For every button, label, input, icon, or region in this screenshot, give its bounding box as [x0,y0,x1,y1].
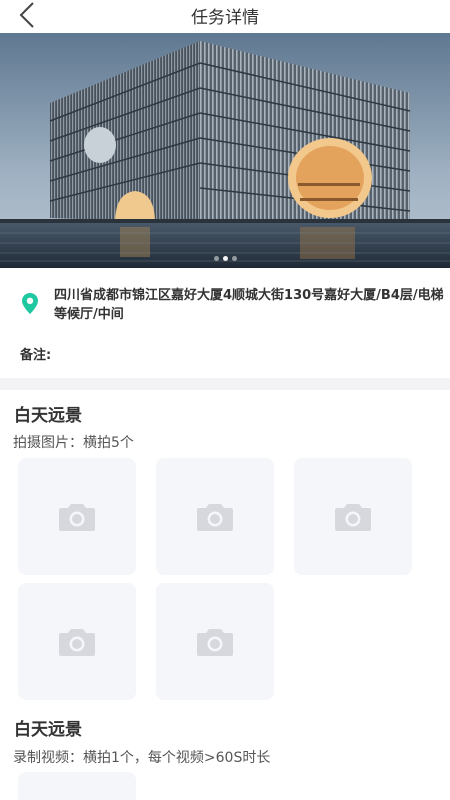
section-title: 白天远景 [14,720,82,740]
photo-upload-slot[interactable] [294,458,412,575]
carousel-indicator [0,256,450,261]
camera-icon [197,628,233,656]
nav-bar: 任务详情 [0,0,450,32]
photo-upload-slot[interactable] [18,583,136,700]
video-upload-slot[interactable] [18,772,136,800]
banner-image [0,33,450,268]
task-info: 四川省成都市锦江区嘉好大厦4顺城大街130号嘉好大厦/B4层/电梯等候厅/中间 … [0,268,450,378]
map-pin-icon [22,293,38,314]
photo-upload-slot[interactable] [156,458,274,575]
task-address: 四川省成都市锦江区嘉好大厦4顺城大街130号嘉好大厦/B4层/电梯等候厅/中间 [54,288,444,322]
section-title: 白天远景 [14,406,82,426]
camera-icon [59,628,95,656]
section-requirement: 录制视频：横拍1个，每个视频>60S时长 [13,750,271,766]
section-divider [0,378,450,390]
photo-upload-slot[interactable] [156,583,274,700]
photo-upload-slot[interactable] [18,458,136,575]
camera-icon [335,503,371,531]
carousel-dot-active[interactable] [222,256,228,261]
camera-icon [59,503,95,531]
carousel-dot[interactable] [231,256,237,261]
banner-carousel[interactable] [0,33,450,268]
page-title: 任务详情 [191,8,259,28]
note-label: 备注: [20,348,52,363]
carousel-dot[interactable] [213,256,219,261]
camera-icon [197,503,233,531]
section-requirement: 拍摄图片：横拍5个 [13,435,134,451]
